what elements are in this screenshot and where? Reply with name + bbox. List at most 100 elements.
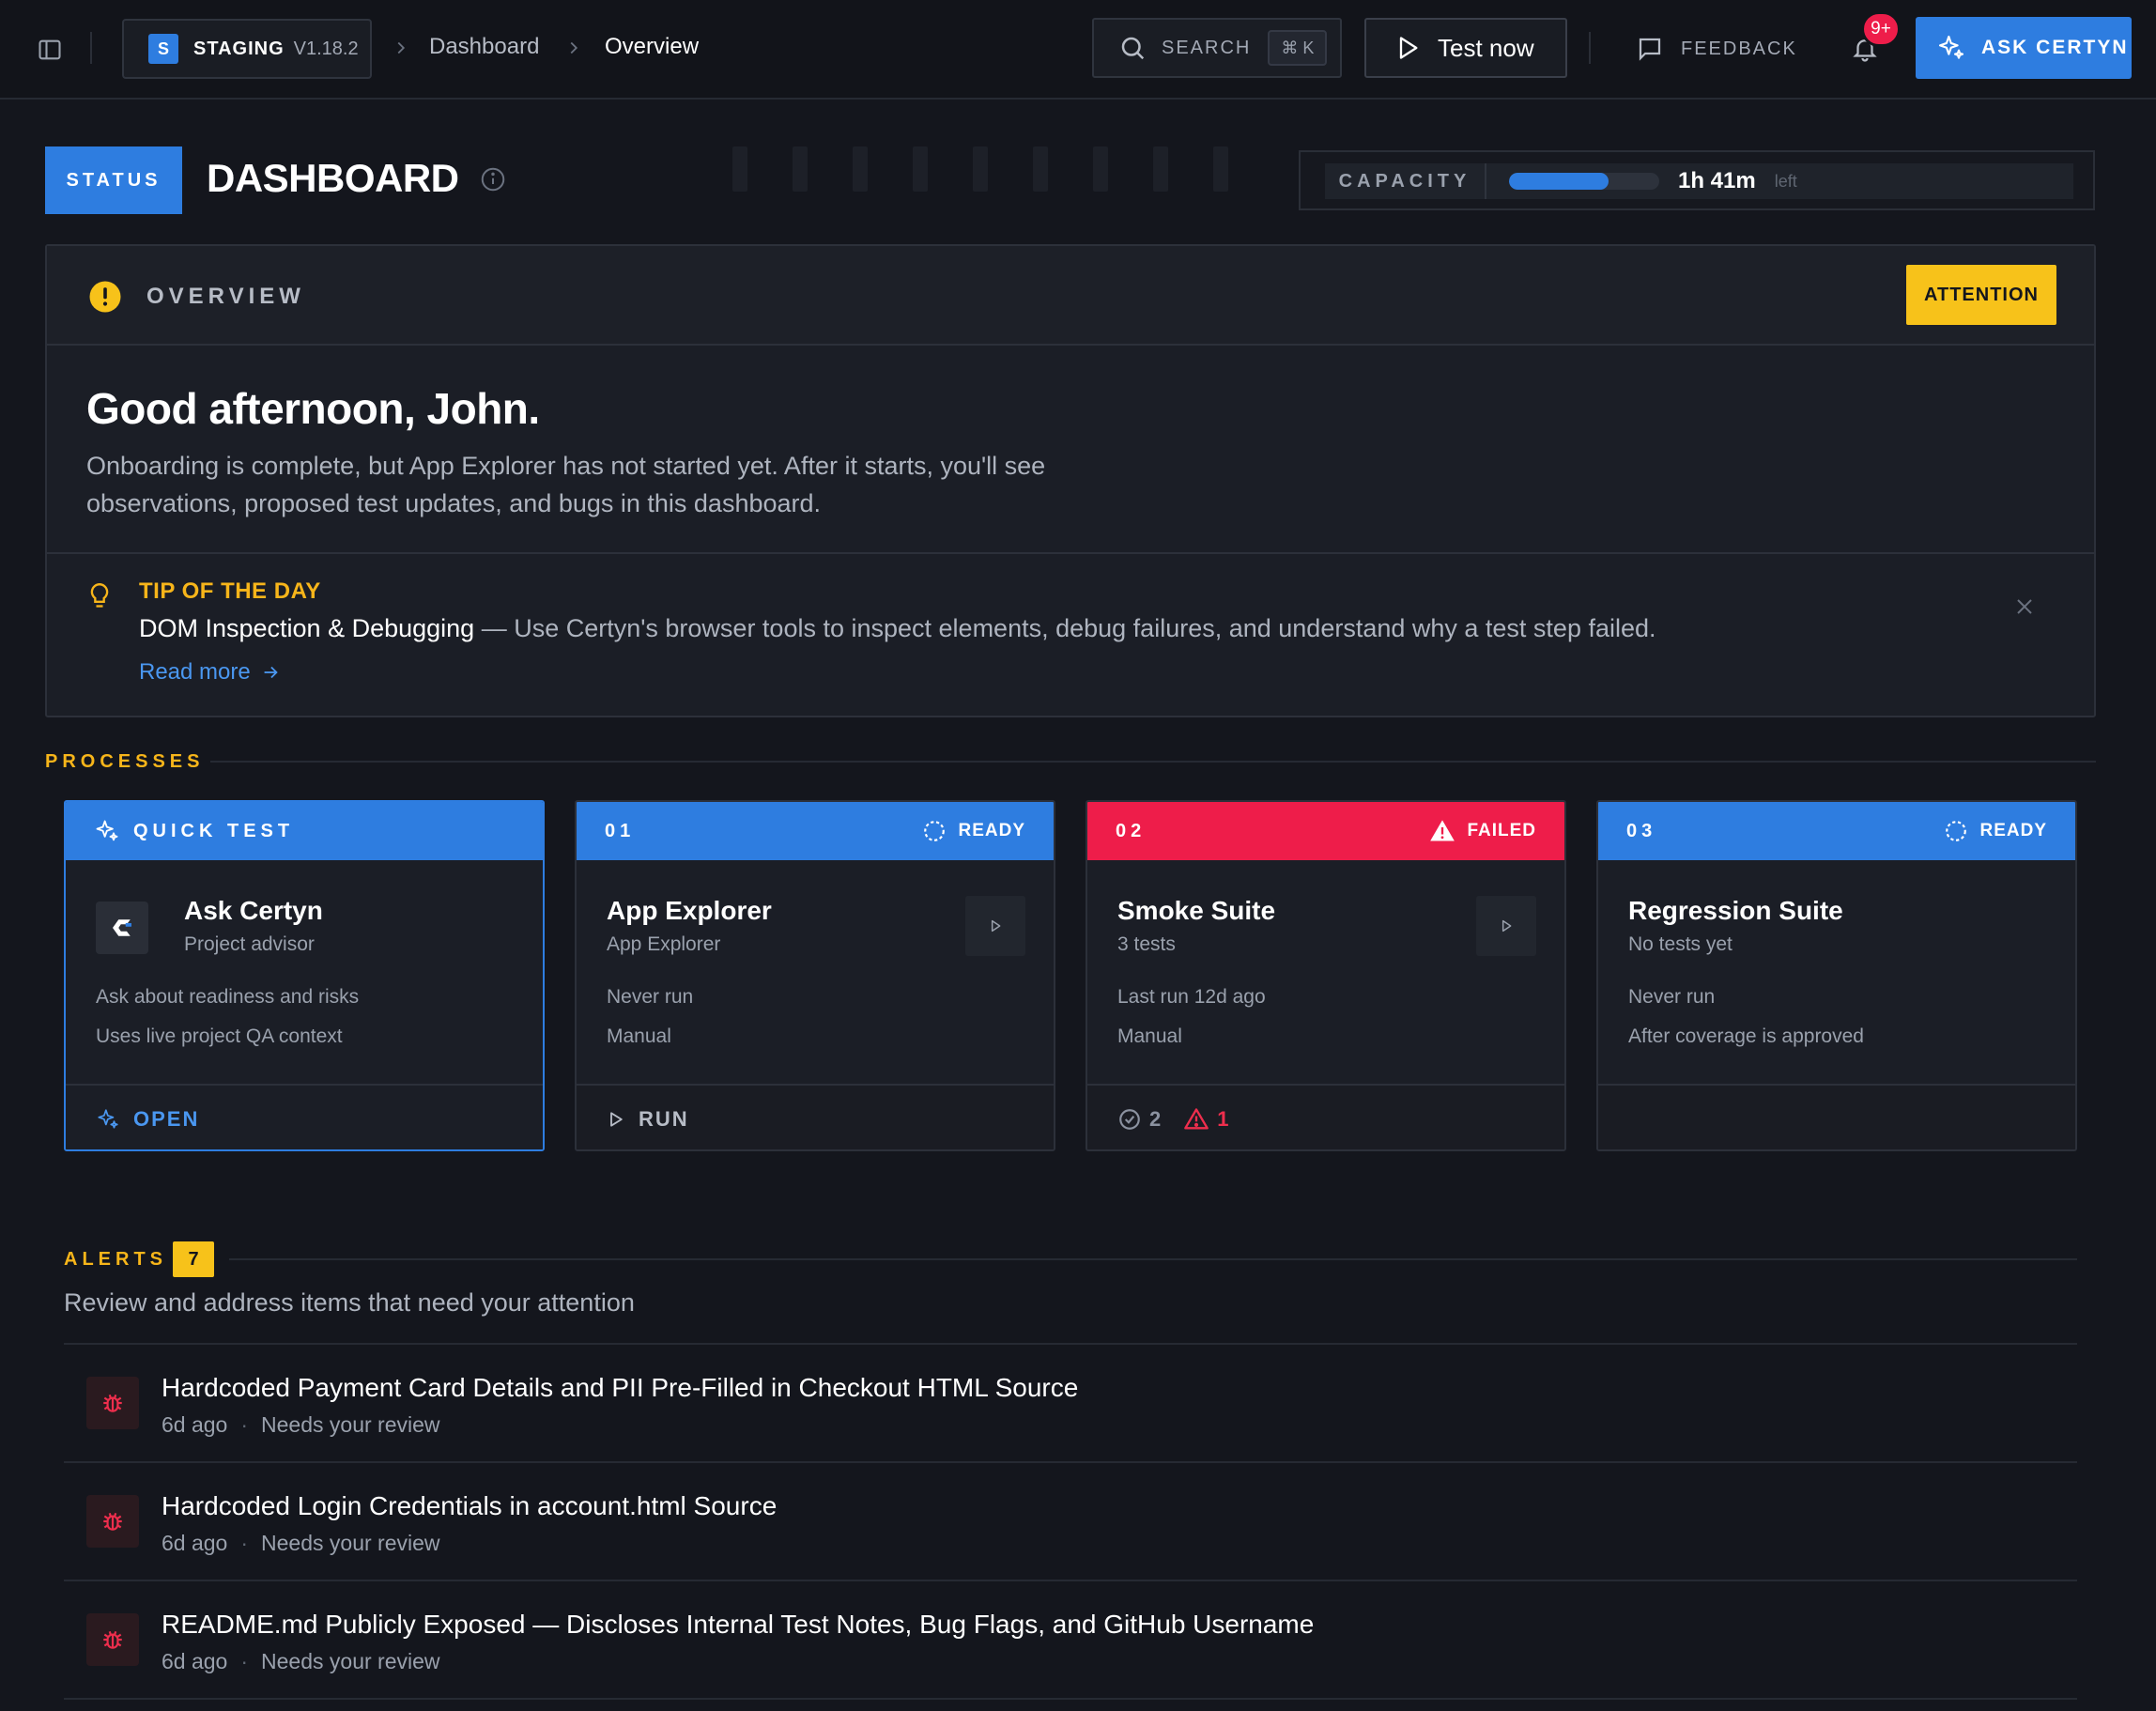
search-button[interactable]: SEARCH ⌘ K xyxy=(1092,18,1342,78)
alerts-count-badge: 7 xyxy=(173,1241,214,1277)
feedback-button[interactable]: FEEDBACK xyxy=(1636,28,1797,69)
process-subtitle: No tests yet xyxy=(1628,933,1732,955)
process-card-smoke-suite[interactable]: 02 FAILED Smoke Suite 3 tests Last run 1… xyxy=(1086,800,1566,1151)
alert-meta: 6d ago · Needs your review xyxy=(162,1531,440,1556)
separator-dot: · xyxy=(240,1531,249,1555)
overview-card: OVERVIEW ATTENTION Good afternoon, John.… xyxy=(45,244,2096,717)
process-name: App Explorer xyxy=(607,896,772,925)
alert-item[interactable]: Hardcoded Payment Card Details and PII P… xyxy=(64,1343,2077,1461)
process-name: Smoke Suite xyxy=(1117,896,1276,925)
tip-title: TIP OF THE DAY xyxy=(139,578,321,604)
quick-test-label: QUICK TEST xyxy=(133,820,295,841)
divider xyxy=(90,32,92,64)
capacity-label: CAPACITY xyxy=(1325,163,1486,199)
alerts-subtitle: Review and address items that need your … xyxy=(64,1288,635,1317)
alert-status: Needs your review xyxy=(261,1412,440,1437)
quick-test-name: Ask Certyn xyxy=(184,896,323,925)
process-card-regression-suite[interactable]: 03 READY Regression Suite No tests yet N… xyxy=(1596,800,2077,1151)
test-now-button[interactable]: Test now xyxy=(1364,18,1567,78)
bug-icon xyxy=(86,1377,139,1429)
play-button[interactable] xyxy=(1476,896,1536,956)
process-card-app-explorer[interactable]: 01 READY App Explorer App Explorer Never… xyxy=(575,800,1055,1151)
process-subtitle: 3 tests xyxy=(1117,933,1176,955)
quick-test-header: QUICK TEST xyxy=(66,802,543,860)
alert-age: 6d ago xyxy=(162,1412,228,1437)
processes-label: PROCESSES xyxy=(45,751,205,772)
ask-certyn-label: ASK CERTYN xyxy=(1981,37,2129,58)
alert-status: Needs your review xyxy=(261,1649,440,1673)
top-bar: S STAGING V1.18.2 Dashboard Overview SEA… xyxy=(0,0,2156,100)
process-card-header: 03 READY xyxy=(1598,802,2075,860)
sparkles-icon xyxy=(96,1107,120,1132)
capacity-suffix: left xyxy=(1774,171,1797,191)
overview-description: Onboarding is complete, but App Explorer… xyxy=(86,452,1046,517)
warning-triangle-icon xyxy=(1183,1106,1209,1133)
process-card-header: 01 READY xyxy=(577,802,1054,860)
attention-badge: ATTENTION xyxy=(1906,265,2056,325)
alert-circle-icon xyxy=(88,280,122,314)
search-shortcut: ⌘ K xyxy=(1268,30,1328,66)
run-label: RUN xyxy=(639,1107,689,1131)
process-last-run: Never run xyxy=(607,986,694,1008)
open-button[interactable]: OPEN xyxy=(96,1107,199,1132)
environment-selector[interactable]: S STAGING V1.18.2 xyxy=(122,19,372,79)
alert-item[interactable]: README.md Publicly Exposed — Discloses I… xyxy=(64,1580,2077,1698)
process-status: FAILED xyxy=(1467,821,1536,840)
divider xyxy=(229,1258,2077,1260)
decorative-bars xyxy=(732,146,1228,192)
feedback-label: FEEDBACK xyxy=(1681,38,1797,59)
alerts-label: ALERTS xyxy=(64,1249,167,1270)
quick-test-subtitle: Project advisor xyxy=(184,933,315,955)
process-number: 01 xyxy=(605,820,636,841)
alert-status: Needs your review xyxy=(261,1531,440,1555)
sparkles-icon xyxy=(94,818,120,844)
alert-meta: 6d ago · Needs your review xyxy=(162,1649,440,1674)
capacity-time: 1h 41m xyxy=(1678,168,1756,193)
run-button[interactable]: RUN xyxy=(607,1107,689,1132)
process-last-run: Last run 12d ago xyxy=(1117,986,1266,1008)
failed-count-value: 1 xyxy=(1217,1107,1229,1131)
warning-triangle-icon xyxy=(1429,818,1455,844)
divider xyxy=(1589,32,1591,64)
notifications-count-badge: 9+ xyxy=(1861,11,1901,47)
greeting-heading: Good afternoon, John. xyxy=(86,384,540,433)
breadcrumb-overview: Overview xyxy=(605,34,699,60)
alert-age: 6d ago xyxy=(162,1531,228,1555)
process-card-footer: 2 1 xyxy=(1087,1084,1564,1149)
capacity-progress-bar xyxy=(1509,173,1659,190)
alert-age: 6d ago xyxy=(162,1649,228,1673)
alert-item[interactable]: Hardcoded Login Credentials in account.h… xyxy=(64,1461,2077,1580)
arrow-right-icon xyxy=(260,662,281,683)
tip-text: DOM Inspection & Debugging — Use Certyn'… xyxy=(139,614,1656,643)
quick-test-line1: Ask about readiness and risks xyxy=(96,986,360,1008)
alert-title: README.md Publicly Exposed — Discloses I… xyxy=(162,1610,1315,1639)
close-icon[interactable] xyxy=(2013,595,2036,618)
quick-test-card[interactable]: QUICK TEST Ask Certyn Project advisor As… xyxy=(64,800,545,1151)
message-icon xyxy=(1636,35,1664,63)
divider xyxy=(210,761,2096,763)
ask-certyn-button[interactable]: ASK CERTYN xyxy=(1916,17,2132,79)
lightbulb-icon xyxy=(86,580,113,612)
quick-test-footer: OPEN xyxy=(66,1084,543,1149)
bug-icon xyxy=(86,1495,139,1548)
read-more-link[interactable]: Read more xyxy=(139,659,281,686)
process-number: 02 xyxy=(1116,820,1147,841)
read-more-label: Read more xyxy=(139,659,251,685)
tip-heading: DOM Inspection & Debugging xyxy=(139,614,475,642)
play-icon xyxy=(607,1110,625,1129)
process-subtitle: App Explorer xyxy=(607,933,721,955)
info-icon[interactable] xyxy=(479,165,507,193)
environment-name: STAGING xyxy=(193,38,285,59)
process-number: 03 xyxy=(1626,820,1657,841)
loader-circle-icon xyxy=(922,819,947,843)
play-button[interactable] xyxy=(965,896,1025,956)
breadcrumb-dashboard[interactable]: Dashboard xyxy=(429,34,539,60)
process-note: After coverage is approved xyxy=(1628,1025,1864,1047)
process-trigger: Manual xyxy=(1117,1025,1182,1047)
play-icon xyxy=(1394,35,1421,61)
passed-count-value: 2 xyxy=(1149,1107,1162,1131)
breadcrumb-overview-label: Overview xyxy=(605,34,700,59)
sidebar-toggle-icon[interactable] xyxy=(32,32,68,68)
overview-title: OVERVIEW xyxy=(146,284,305,309)
chevron-right-icon xyxy=(391,38,411,58)
